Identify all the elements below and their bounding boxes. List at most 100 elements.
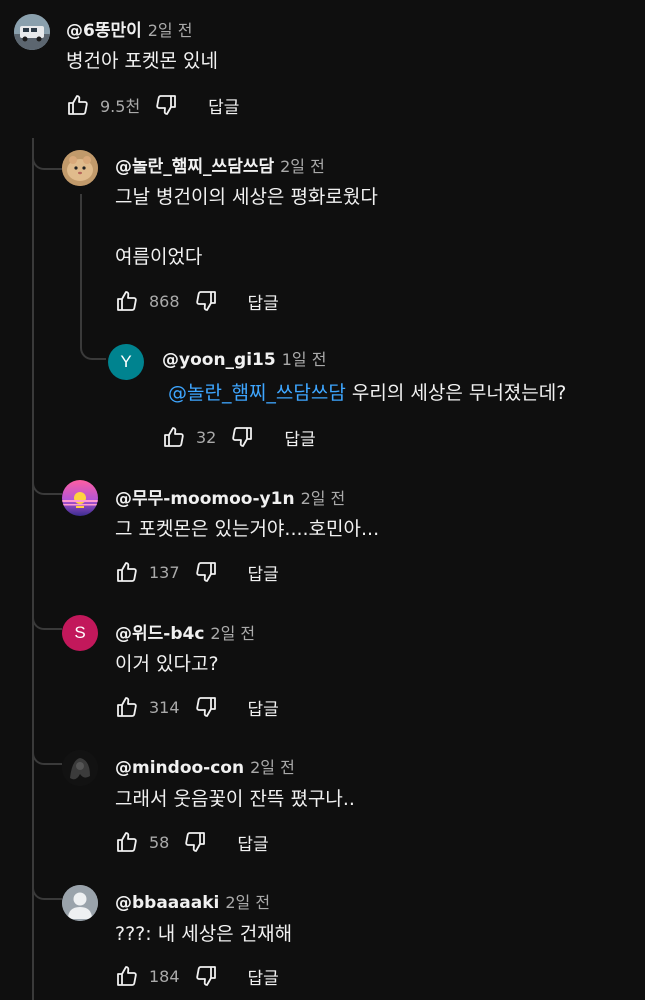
van-photo-avatar-icon xyxy=(14,14,50,50)
author-name[interactable]: @위드-b4c xyxy=(115,624,204,644)
comment-text: 이거 있다고? xyxy=(115,653,219,675)
comment-header: @무무-moomoo-y1n 2일 전 xyxy=(115,484,345,509)
like-count: 314 xyxy=(149,697,180,717)
thumbs-up-icon xyxy=(164,427,184,447)
like-count: 184 xyxy=(149,966,180,986)
dislike-button[interactable] xyxy=(192,962,220,990)
comment-text-line: 그날 병건이의 세상은 평화로웠다 xyxy=(115,186,378,208)
author-name[interactable]: @6똥만이 xyxy=(66,21,142,41)
like-button[interactable] xyxy=(113,693,141,721)
author-name[interactable]: @bbaaaaki xyxy=(115,893,219,913)
author-name[interactable]: @yoon_gi15 xyxy=(162,350,276,370)
comment-text: @놀란_햄찌_쓰담쓰담 우리의 세상은 무너졌는데? xyxy=(168,380,566,406)
hamster-photo-avatar-icon xyxy=(62,150,98,186)
reply-button[interactable]: 답글 xyxy=(248,289,279,314)
reply-button[interactable]: 답글 xyxy=(284,425,315,450)
thumbs-down-icon xyxy=(195,562,216,582)
timestamp[interactable]: 2일 전 xyxy=(280,157,325,176)
avatar[interactable] xyxy=(14,14,50,50)
avatar[interactable] xyxy=(62,480,98,516)
thread-branch xyxy=(32,475,62,495)
dislike-button[interactable] xyxy=(192,693,220,721)
thumbs-down-icon xyxy=(195,697,216,717)
comment-actions: 868 답글 xyxy=(113,286,279,316)
dark-photo-avatar-icon xyxy=(62,750,98,786)
thumbs-down-icon xyxy=(232,427,253,447)
thumbs-up-icon xyxy=(117,697,137,717)
like-button[interactable] xyxy=(113,962,141,990)
author-name[interactable]: @무무-moomoo-y1n xyxy=(115,489,295,509)
mention-link[interactable]: @놀란_햄찌_쓰담쓰담 xyxy=(168,382,346,404)
thread-branch xyxy=(32,745,62,765)
thumbs-down-icon xyxy=(156,95,177,115)
thumbs-up-icon xyxy=(117,291,137,311)
thumbs-down-icon xyxy=(195,291,216,311)
thread-branch xyxy=(32,140,62,170)
comment-actions: 314 답글 xyxy=(113,692,279,722)
comment-header: @6똥만이 2일 전 xyxy=(66,16,192,41)
comment-header: @yoon_gi15 1일 전 xyxy=(162,346,326,370)
author-name[interactable]: @mindoo-con xyxy=(115,758,244,778)
reply-branch xyxy=(80,330,106,360)
dislike-button[interactable] xyxy=(192,287,220,315)
avatar[interactable] xyxy=(62,885,98,921)
comment-text: 그 포켓몬은 있는거야....호민아... xyxy=(115,518,380,540)
reply-button[interactable]: 답글 xyxy=(208,93,239,118)
dislike-button[interactable] xyxy=(152,91,180,119)
reply-button[interactable]: 답글 xyxy=(248,695,279,720)
comment-header: @놀란_햄찌_쓰담쓰담 2일 전 xyxy=(115,152,325,177)
dislike-button[interactable] xyxy=(192,558,220,586)
comment-actions: 184 답글 xyxy=(113,961,279,991)
comment-actions: 137 답글 xyxy=(113,557,279,587)
reply-button[interactable]: 답글 xyxy=(237,830,268,855)
like-count: 32 xyxy=(196,427,217,447)
like-count: 58 xyxy=(149,832,170,852)
dislike-button[interactable] xyxy=(181,828,209,856)
like-button[interactable] xyxy=(113,828,141,856)
comments-thread: @6똥만이 2일 전 병건아 포켓몬 있네 9.5천 답글 @놀란_햄찌_쓰담쓰… xyxy=(0,0,645,1000)
reply-button[interactable]: 답글 xyxy=(248,964,279,989)
dislike-button[interactable] xyxy=(228,423,256,451)
thumbs-down-icon xyxy=(195,966,216,986)
comment-header: @위드-b4c 2일 전 xyxy=(115,619,255,644)
reply-button[interactable]: 답글 xyxy=(248,560,279,585)
comment-header: @bbaaaaki 2일 전 xyxy=(115,889,270,913)
timestamp[interactable]: 2일 전 xyxy=(210,624,255,643)
avatar[interactable] xyxy=(62,150,98,186)
like-count: 868 xyxy=(149,291,180,311)
like-button[interactable] xyxy=(160,423,188,451)
timestamp[interactable]: 2일 전 xyxy=(225,893,270,912)
like-button[interactable] xyxy=(64,91,92,119)
thread-branch xyxy=(32,610,62,630)
reply-thread-line xyxy=(80,194,82,334)
thread-branch xyxy=(32,880,62,900)
sunset-photo-avatar-icon xyxy=(62,480,98,516)
thread-line xyxy=(32,138,34,1000)
avatar-letter: S xyxy=(74,623,86,642)
avatar[interactable]: S xyxy=(62,615,98,651)
avatar-letter: Y xyxy=(120,352,132,371)
author-name[interactable]: @놀란_햄찌_쓰담쓰담 xyxy=(115,157,274,177)
thumbs-up-icon xyxy=(117,832,137,852)
comment-header: @mindoo-con 2일 전 xyxy=(115,754,295,778)
thumbs-up-icon xyxy=(68,95,88,115)
timestamp[interactable]: 2일 전 xyxy=(301,489,346,508)
timestamp[interactable]: 2일 전 xyxy=(148,21,193,40)
timestamp[interactable]: 1일 전 xyxy=(282,350,327,369)
thumbs-up-icon xyxy=(117,966,137,986)
comment-text: ???: 내 세상은 건재해 xyxy=(115,923,293,945)
avatar[interactable] xyxy=(62,750,98,786)
like-button[interactable] xyxy=(113,287,141,315)
comment-body: 우리의 세상은 무너졌는데? xyxy=(345,382,567,404)
comment-text-line: 여름이었다 xyxy=(115,246,203,268)
comment-actions: 58 답글 xyxy=(113,827,269,857)
like-count: 9.5천 xyxy=(100,97,141,116)
like-count: 137 xyxy=(149,562,180,582)
thumbs-down-icon xyxy=(185,832,206,852)
comment-actions: 9.5천 답글 xyxy=(64,90,239,120)
like-button[interactable] xyxy=(113,558,141,586)
avatar[interactable]: Y xyxy=(108,344,144,380)
comment-actions: 32 답글 xyxy=(160,422,316,452)
default-person-avatar-icon xyxy=(62,885,98,921)
timestamp[interactable]: 2일 전 xyxy=(250,758,295,777)
